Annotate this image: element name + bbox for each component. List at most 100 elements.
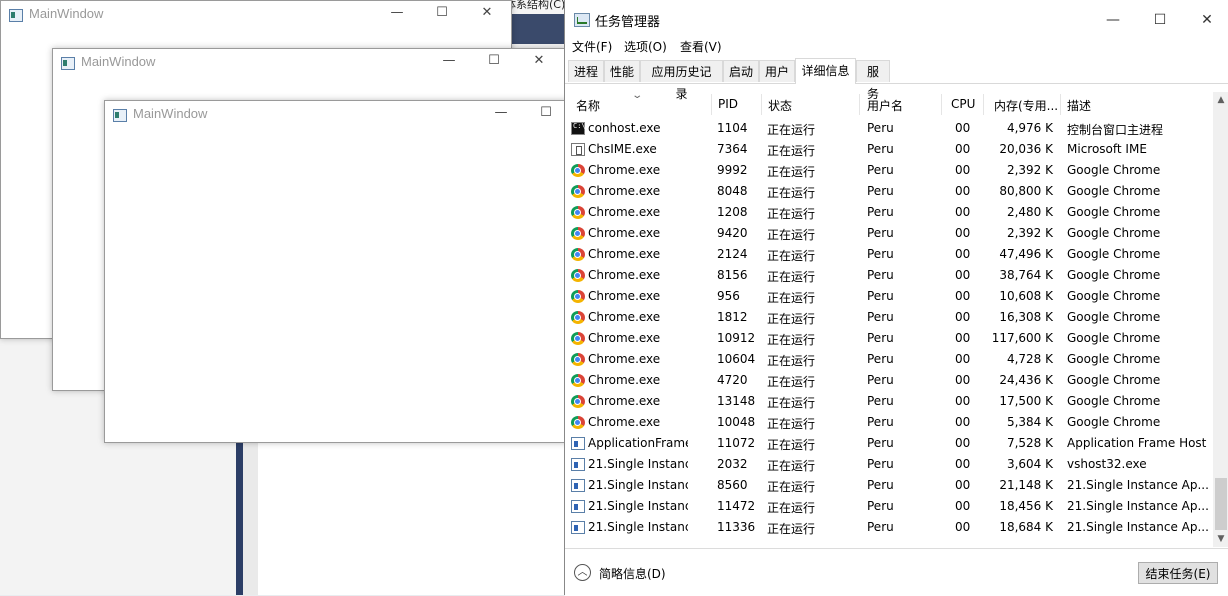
table-row[interactable]: Chrome.exe 9992 正在运行 Peru 00 2,392 K Google Ch… [565, 160, 1213, 181]
process-memory: 5,384 K [1006, 415, 1053, 429]
tab-services[interactable]: 服务 [856, 60, 890, 101]
main-window-3[interactable]: MainWindow — ☐ [104, 100, 568, 443]
chrome-icon [571, 353, 585, 366]
close-button[interactable]: ✕ [524, 51, 554, 73]
process-status: 正在运行 [767, 480, 816, 494]
process-name: ApplicationFrameH... [588, 436, 688, 450]
fewer-details-link[interactable]: 简略信息(D) [599, 565, 666, 582]
window-titlebar[interactable]: MainWindow — ☐ [105, 101, 567, 129]
close-button[interactable]: ✕ [1192, 10, 1222, 30]
task-manager-title: 任务管理器 [595, 15, 661, 30]
table-row[interactable]: Chrome.exe 956 正在运行 Peru 00 10,608 K Google Ch… [565, 286, 1213, 307]
table-row[interactable]: ChsIME.exe 7364 正在运行 Peru 00 20,036 K Microsof… [565, 139, 1213, 160]
table-row[interactable]: Chrome.exe 8048 正在运行 Peru 00 80,800 K Google C… [565, 181, 1213, 202]
process-user: Peru [867, 478, 894, 492]
column-divider[interactable] [761, 94, 762, 115]
table-row[interactable]: Chrome.exe 9420 正在运行 Peru 00 2,392 K Google Ch… [565, 223, 1213, 244]
process-memory: 7,528 K [1006, 436, 1053, 450]
window-titlebar[interactable]: MainWindow — ☐ ✕ [53, 49, 565, 77]
maximize-button[interactable]: ☐ [531, 103, 561, 125]
minimize-button[interactable]: — [434, 51, 464, 73]
process-description: vshost32.exe [1067, 457, 1147, 471]
scroll-down-arrow-icon[interactable]: ▼ [1213, 531, 1228, 547]
process-status: 正在运行 [767, 501, 816, 515]
chrome-icon [571, 248, 585, 261]
maximize-button[interactable]: ☐ [479, 51, 509, 73]
process-pid: 10604 [717, 352, 756, 366]
tab-app-history[interactable]: 应用历史记录 [640, 60, 723, 101]
table-row[interactable]: Chrome.exe 8156 正在运行 Peru 00 38,764 K Google C… [565, 265, 1213, 286]
end-task-button[interactable]: 结束任务(E) [1138, 562, 1218, 584]
table-row[interactable]: Chrome.exe 13148 正在运行 Peru 00 17,500 K Google … [565, 391, 1213, 412]
column-header-status[interactable]: 状态 [768, 97, 792, 114]
tab-details[interactable]: 详细信息 [795, 58, 856, 84]
table-row[interactable]: ApplicationFrameH... 11072 正在运行 Peru 00 7,528… [565, 433, 1213, 454]
table-row[interactable]: 21.Single Instance ... 11336 正在运行 Peru 00 18,… [565, 517, 1213, 538]
process-status: 正在运行 [767, 417, 816, 431]
table-row[interactable]: Chrome.exe 10912 正在运行 Peru 00 117,600 K Google… [565, 328, 1213, 349]
table-row[interactable]: 21.Single Instance ... 8560 正在运行 Peru 00 21,1… [565, 475, 1213, 496]
column-header-description[interactable]: 描述 [1067, 97, 1091, 114]
process-pid: 1104 [717, 121, 748, 135]
process-cpu: 00 [955, 121, 971, 135]
menu-view[interactable]: 查看(V) [680, 38, 722, 55]
column-divider[interactable] [711, 94, 712, 115]
column-header-cpu[interactable]: CPU [951, 97, 975, 111]
table-row[interactable]: Chrome.exe 1812 正在运行 Peru 00 16,308 K Google C… [565, 307, 1213, 328]
column-divider[interactable] [1060, 94, 1061, 115]
tab-users[interactable]: 用户 [759, 60, 795, 82]
process-pid: 11472 [717, 499, 756, 513]
column-divider[interactable] [983, 94, 984, 115]
process-user: Peru [867, 184, 894, 198]
chrome-icon [571, 269, 585, 282]
sort-chevron-icon: ⌄ [631, 92, 644, 101]
tab-startup[interactable]: 启动 [723, 60, 759, 82]
task-manager-titlebar[interactable]: 任务管理器 — ☐ ✕ [565, 0, 1228, 36]
window-title: MainWindow [81, 54, 156, 69]
tab-performance[interactable]: 性能 [604, 60, 640, 82]
column-divider[interactable] [941, 94, 942, 115]
process-user: Peru [867, 394, 894, 408]
table-row[interactable]: Chrome.exe 4720 正在运行 Peru 00 24,436 K Google C… [565, 370, 1213, 391]
scrollbar-thumb[interactable] [1215, 478, 1227, 530]
minimize-button[interactable]: — [486, 103, 516, 125]
process-cpu: 00 [955, 499, 971, 513]
column-header-name[interactable]: 名称 [576, 97, 600, 114]
vs-side-bar [236, 440, 243, 595]
table-row[interactable]: Chrome.exe 2124 正在运行 Peru 00 47,496 K Google C… [565, 244, 1213, 265]
table-row[interactable]: 21.Single Instance ... 11472 正在运行 Peru 00 18,… [565, 496, 1213, 517]
column-divider[interactable] [859, 94, 860, 115]
task-manager-window[interactable]: 任务管理器 — ☐ ✕ 文件(F) 选项(O) 查看(V) 进程 性能 应用历史… [564, 0, 1228, 596]
process-pid: 1812 [717, 310, 748, 324]
process-description: Google Chrome [1067, 331, 1161, 345]
vertical-scrollbar[interactable]: ▲ ▼ [1213, 92, 1228, 547]
close-button[interactable]: ✕ [472, 3, 502, 25]
menu-options[interactable]: 选项(O) [624, 38, 667, 55]
column-header-user[interactable]: 用户名 [867, 97, 903, 114]
process-name: 21.Single Instance ... [588, 499, 688, 513]
process-pid: 1208 [717, 205, 748, 219]
table-row[interactable]: Chrome.exe 10604 正在运行 Peru 00 4,728 K Google C… [565, 349, 1213, 370]
process-status: 正在运行 [767, 375, 816, 389]
tab-processes[interactable]: 进程 [568, 60, 604, 82]
window-titlebar[interactable]: MainWindow — ☐ ✕ [1, 1, 511, 29]
column-header-pid[interactable]: PID [718, 97, 738, 111]
minimize-button[interactable]: — [382, 3, 412, 25]
column-header-memory[interactable]: 内存(专用... [994, 97, 1058, 114]
process-cpu: 00 [955, 373, 971, 387]
vs-toolbar-area [508, 14, 568, 44]
table-row[interactable]: 21.Single Instance ... 2032 正在运行 Peru 00 3,60… [565, 454, 1213, 475]
table-row[interactable]: Chrome.exe 10048 正在运行 Peru 00 5,384 K Google C… [565, 412, 1213, 433]
process-cpu: 00 [955, 163, 971, 177]
chrome-icon [571, 311, 585, 324]
process-description: 21.Single Instance Ap... [1067, 520, 1209, 534]
chevron-up-icon[interactable]: ︿ [574, 564, 591, 581]
maximize-button[interactable]: ☐ [1145, 10, 1175, 30]
table-row[interactable]: Chrome.exe 1208 正在运行 Peru 00 2,480 K Google Ch… [565, 202, 1213, 223]
scroll-up-arrow-icon[interactable]: ▲ [1213, 92, 1228, 108]
menu-file[interactable]: 文件(F) [572, 38, 612, 55]
minimize-button[interactable]: — [1098, 10, 1128, 30]
maximize-button[interactable]: ☐ [427, 3, 457, 25]
table-row[interactable]: conhost.exe 1104 正在运行 Peru 00 4,976 K 控制台窗口主进程 [565, 118, 1213, 139]
process-description: Google Chrome [1067, 184, 1161, 198]
